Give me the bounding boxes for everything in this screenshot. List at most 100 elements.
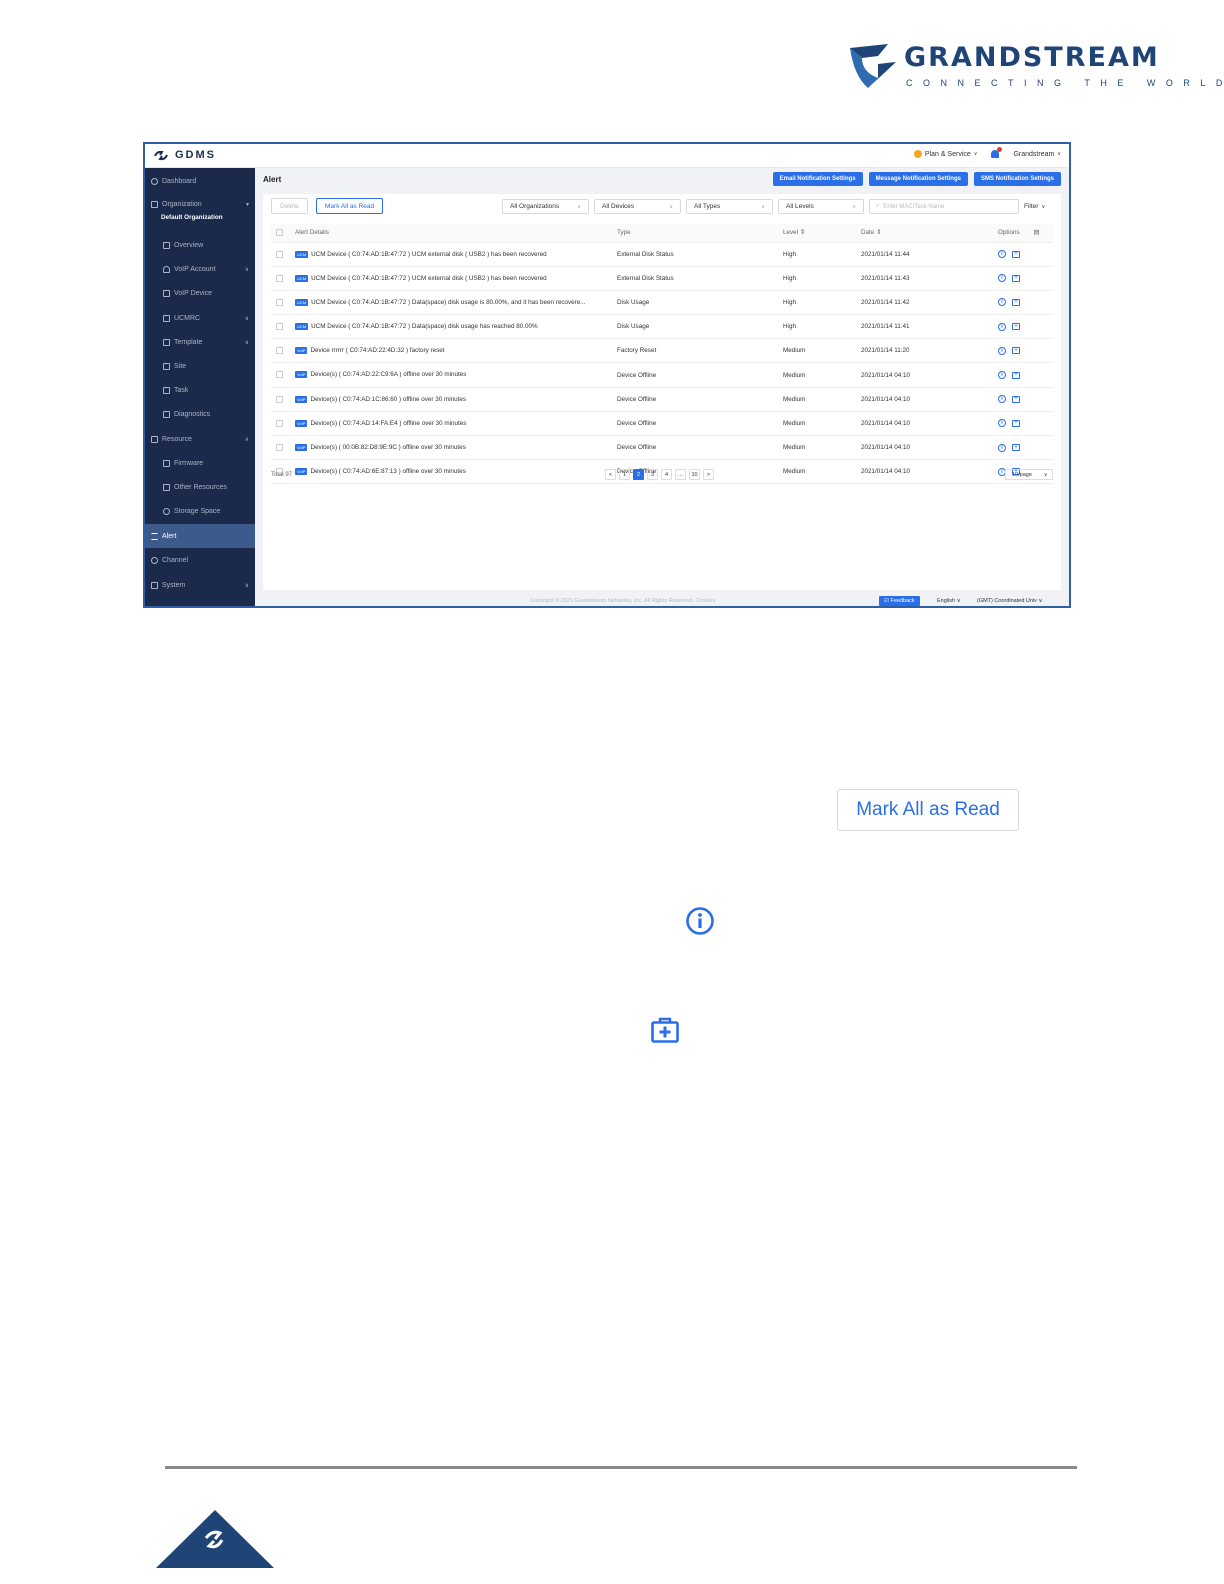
sidebar-item-firmware[interactable]: Firmware <box>145 452 255 474</box>
row-checkbox[interactable] <box>276 395 283 403</box>
sidebar-item-diagnostics[interactable]: Diagnostics <box>145 403 255 425</box>
sidebar-item-voip-account[interactable]: VoIP Account ∨ <box>145 258 255 280</box>
info-icon[interactable]: i <box>998 298 1006 307</box>
diagnose-kit-icon[interactable]: + <box>1012 250 1020 258</box>
page-button[interactable]: 4 <box>661 469 672 480</box>
sidebar-item-template[interactable]: Template ∨ <box>145 331 255 353</box>
plan-service-menu[interactable]: Plan & Service ∨ <box>913 150 977 158</box>
sidebar-item-task[interactable]: Task <box>145 379 255 401</box>
organization-select[interactable]: All Organizations ∨ <box>502 199 589 214</box>
sidebar-item-voip-device[interactable]: VoIP Device <box>145 282 255 304</box>
user-menu[interactable]: Grandstream ∨ <box>1013 151 1061 158</box>
table-row[interactable]: VoIP Device(s) ( C0:74:AD:1C:86:60 ) offl… <box>271 387 1053 412</box>
row-checkbox[interactable] <box>276 419 283 427</box>
sidebar-item-label: Diagnostics <box>174 410 211 418</box>
row-checkbox[interactable] <box>276 323 283 331</box>
table-row[interactable]: UCM UCM Device ( C0:74:AD:1B:47:72 ) UCM … <box>271 266 1053 291</box>
mark-all-read-button[interactable]: Mark All as Read <box>316 198 384 214</box>
table-row[interactable]: UCM UCM Device ( C0:74:AD:1B:47:72 ) Data… <box>271 290 1053 316</box>
sidebar-item-other-resources[interactable]: Other Resources <box>145 476 255 498</box>
diagnose-kit-icon[interactable]: + <box>1012 298 1020 306</box>
bell-icon <box>991 147 1003 158</box>
levels-select[interactable]: All Levels ∨ <box>778 199 864 214</box>
page-button[interactable]: 1 <box>619 469 630 480</box>
diagnose-kit-icon[interactable] <box>650 1016 680 1044</box>
language-select[interactable]: English ∨ <box>937 598 961 604</box>
sidebar-item-resource[interactable]: Resource ∧ <box>145 428 255 450</box>
date-cell: 2021/01/14 11:20 <box>861 338 998 364</box>
page-button[interactable]: 2 <box>633 469 644 480</box>
channel-icon <box>151 556 158 564</box>
table-row[interactable]: UCM UCM Device ( C0:74:AD:1B:47:72 ) UCM … <box>271 242 1053 267</box>
row-checkbox[interactable] <box>276 274 283 282</box>
filter-button[interactable]: Filter ∨ <box>1024 199 1045 214</box>
devices-select[interactable]: All Devices ∨ <box>594 199 681 214</box>
info-icon[interactable]: i <box>998 395 1006 404</box>
diagnose-kit-icon[interactable]: + <box>1012 444 1020 452</box>
column-settings-icon[interactable]: ▤ <box>1033 229 1039 236</box>
row-checkbox[interactable] <box>276 347 283 355</box>
header-select-all[interactable] <box>271 224 295 243</box>
info-icon[interactable] <box>685 906 715 936</box>
table-row[interactable]: VoIP Device(s) ( C0:74:AD:14:FA:E4 ) offl… <box>271 411 1053 437</box>
alert-details-cell: UCM UCM Device ( C0:74:AD:1B:47:72 ) UCM … <box>295 242 617 267</box>
chevron-up-icon: ∧ <box>244 436 249 443</box>
diagnose-kit-icon[interactable]: + <box>1012 323 1020 331</box>
sidebar-item-overview[interactable]: Overview <box>145 234 255 256</box>
table-row[interactable]: UCM UCM Device ( C0:74:AD:1B:47:72 ) Data… <box>271 314 1053 340</box>
mark-all-read-callout-button[interactable]: Mark All as Read <box>837 789 1019 831</box>
organization-icon <box>151 200 158 208</box>
row-checkbox[interactable] <box>276 371 283 379</box>
info-icon[interactable]: i <box>998 346 1006 355</box>
row-checkbox[interactable] <box>276 250 283 258</box>
sidebar-item-ucmrc[interactable]: UCMRC ∨ <box>145 307 255 329</box>
row-checkbox[interactable] <box>276 444 283 451</box>
sidebar-item-channel[interactable]: Channel <box>145 549 255 571</box>
table-row[interactable]: VoIP Device rrrrrr ( C0:74:AD:22:4D:32 ) … <box>271 338 1053 364</box>
next-page-button[interactable]: > <box>703 469 714 480</box>
info-icon[interactable]: i <box>998 274 1006 283</box>
types-select[interactable]: All Types ∨ <box>686 199 773 214</box>
sidebar-item-system[interactable]: System ∨ <box>145 574 255 596</box>
table-row[interactable]: VoIP Device(s) ( C0:74:AD:22:C9:6A ) offl… <box>271 362 1053 388</box>
search-input[interactable]: ⌕ Enter MAC/Task Name <box>869 199 1019 214</box>
timezone-select[interactable]: (GMT) Coordinated Univ ∨ <box>977 598 1042 604</box>
filter-label: Filter <box>1024 203 1039 210</box>
message-notification-settings-button[interactable]: Message Notification Settings <box>868 172 968 186</box>
diagnose-kit-icon[interactable]: + <box>1012 347 1020 355</box>
date-cell: 2021/01/14 11:42 <box>861 290 998 316</box>
info-icon[interactable]: i <box>998 250 1006 259</box>
notification-bell[interactable] <box>991 147 1003 158</box>
page-ellipsis[interactable]: ... <box>675 469 686 480</box>
feedback-button[interactable]: ☑ Feedback <box>879 596 920 606</box>
row-checkbox[interactable] <box>276 298 283 306</box>
header-level[interactable]: Level ⇕ <box>783 224 861 243</box>
delete-button[interactable]: Delete <box>271 198 308 214</box>
diagnose-kit-icon[interactable]: + <box>1012 419 1020 427</box>
gdms-logo-icon <box>154 150 168 160</box>
select-all-checkbox[interactable] <box>276 229 283 237</box>
info-icon[interactable]: i <box>998 419 1006 428</box>
prev-page-button[interactable]: < <box>605 469 616 480</box>
organization-selector[interactable]: Default Organization <box>145 210 255 224</box>
header-date[interactable]: Date ⇕ <box>861 224 998 243</box>
sidebar-item-dashboard[interactable]: Dashboard <box>145 170 255 192</box>
page-button[interactable]: 3 <box>647 469 658 480</box>
diagnose-kit-icon[interactable]: + <box>1012 371 1020 379</box>
info-icon[interactable]: i <box>998 443 1006 452</box>
sms-notification-settings-button[interactable]: SMS Notification Settings <box>973 172 1061 186</box>
email-notification-settings-button[interactable]: Email Notification Settings <box>772 172 863 186</box>
sidebar-item-label: Storage Space <box>174 507 221 515</box>
sidebar-item-storage-space[interactable]: Storage Space <box>145 500 255 522</box>
sidebar-item-alert[interactable]: Alert <box>145 524 255 548</box>
diagnose-kit-icon[interactable]: + <box>1012 395 1020 403</box>
info-icon[interactable]: i <box>998 371 1006 380</box>
table-row[interactable]: VoIP Device(s) ( 00:0B:82:D8:9E:9C ) offl… <box>271 435 1053 461</box>
diagnose-kit-icon[interactable]: + <box>1012 274 1020 282</box>
app-logo[interactable]: GDMS <box>153 149 216 161</box>
app-name: GDMS <box>175 149 216 161</box>
sidebar-item-site[interactable]: Site <box>145 355 255 377</box>
page-size-select[interactable]: 10/page ∨ <box>1005 469 1053 480</box>
info-icon[interactable]: i <box>998 322 1006 331</box>
page-button[interactable]: 10 <box>689 469 700 480</box>
